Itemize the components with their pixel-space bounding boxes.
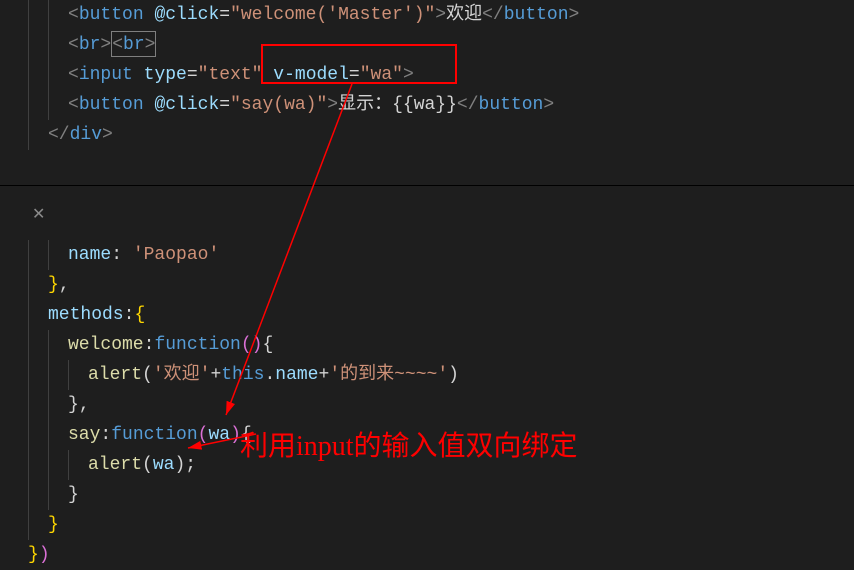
code-line: }) xyxy=(28,540,854,570)
code-line: <input type="text" v-model="wa"> xyxy=(28,60,854,90)
code-line: methods:{ xyxy=(28,300,854,330)
code-line: alert(wa); xyxy=(28,450,854,480)
gutter-bottom xyxy=(0,186,24,541)
code-line: <button @click="say(wa)">显示：{{wa}}</butt… xyxy=(28,90,854,120)
code-line xyxy=(28,210,854,240)
code-line: welcome:function(){ xyxy=(28,330,854,360)
code-line: <button @click="welcome('Master')">欢迎</b… xyxy=(28,0,854,30)
code-line: } xyxy=(28,510,854,540)
code-area-bottom[interactable]: name: 'Paopao'},methods:{welcome:functio… xyxy=(24,186,854,541)
gutter-top xyxy=(0,0,24,185)
code-line: }, xyxy=(28,390,854,420)
editor-pane-top: <button @click="welcome('Master')">欢迎</b… xyxy=(0,0,854,185)
code-line: name: 'Paopao' xyxy=(28,240,854,270)
code-area-top[interactable]: <button @click="welcome('Master')">欢迎</b… xyxy=(24,0,854,185)
code-line: <br><br> xyxy=(28,30,854,60)
code-line: } xyxy=(28,480,854,510)
code-line: alert('欢迎'+this.name+'的到来~~~~') xyxy=(28,360,854,390)
code-line: say:function(wa){ xyxy=(28,420,854,450)
code-line: }, xyxy=(28,270,854,300)
code-line: </div> xyxy=(28,120,854,150)
editor-pane-bottom: name: 'Paopao'},methods:{welcome:functio… xyxy=(0,185,854,541)
close-tab-icon[interactable]: ✕ xyxy=(28,196,49,234)
